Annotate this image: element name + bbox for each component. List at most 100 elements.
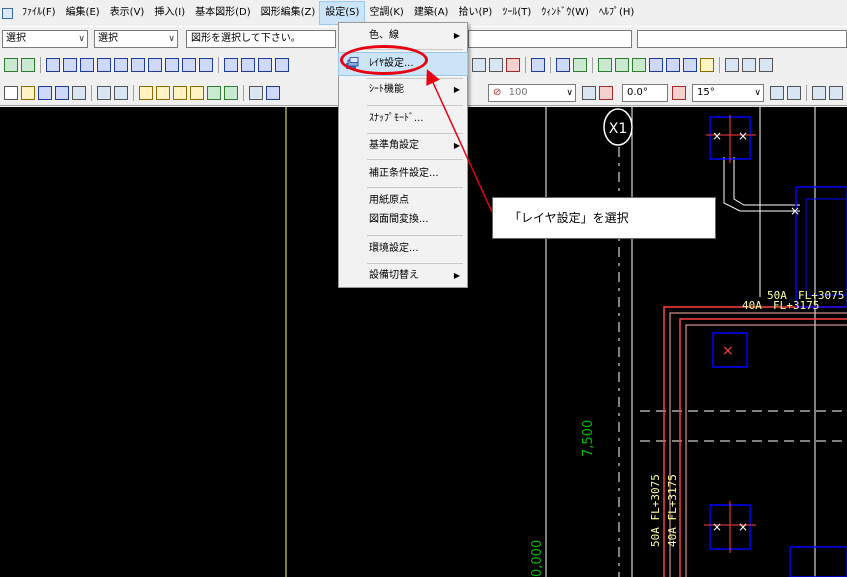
damper-icon[interactable]	[258, 58, 272, 72]
delete-icon[interactable]	[506, 58, 520, 72]
redraw-icon[interactable]	[207, 86, 221, 100]
menu-edit[interactable]: 編集(E)	[61, 2, 105, 24]
riser-icon[interactable]	[224, 58, 238, 72]
save-icon[interactable]	[38, 86, 52, 100]
snap-icon[interactable]	[266, 86, 280, 100]
measure-icon[interactable]	[649, 58, 663, 72]
snap-angle-icon[interactable]	[672, 86, 686, 100]
link-icon[interactable]	[97, 58, 111, 72]
zoom-all-icon[interactable]	[156, 86, 170, 100]
distribute-icon[interactable]	[615, 58, 629, 72]
window-icon[interactable]	[725, 58, 739, 72]
elbow-icon[interactable]	[114, 58, 128, 72]
fit-icon[interactable]	[224, 86, 238, 100]
fitting-icon[interactable]	[275, 58, 289, 72]
tee-icon[interactable]	[165, 58, 179, 72]
duct-icon[interactable]	[241, 58, 255, 72]
trim-icon[interactable]	[531, 58, 545, 72]
menu-item-base-angle[interactable]: 基準角設定 ▶	[339, 135, 467, 157]
menu-item-label: 用紙原点	[369, 195, 409, 206]
menu-separator	[367, 133, 463, 134]
dimension-icon[interactable]	[632, 58, 646, 72]
menu-architecture[interactable]: 建築(A)	[409, 2, 454, 24]
duct-outline	[789, 546, 847, 577]
zoom-window-icon[interactable]	[139, 86, 153, 100]
menu-item-color-line[interactable]: 色、線 ▶	[339, 25, 467, 47]
pipe-run	[669, 312, 847, 577]
comment-icon[interactable]	[829, 86, 843, 100]
open-folder-icon[interactable]	[21, 86, 35, 100]
menu-settings[interactable]: 設定(S)	[319, 1, 366, 25]
angle-input[interactable]: 0.0°	[622, 84, 668, 102]
elevation-icon[interactable]	[683, 58, 697, 72]
pan-icon[interactable]	[190, 86, 204, 100]
menu-help[interactable]: ﾍﾙﾌﾟ(H)	[594, 2, 639, 24]
arc-icon[interactable]	[770, 86, 784, 100]
pipe-run	[663, 306, 847, 577]
menu-item-label: 設備切替え	[369, 270, 419, 281]
opacity-combo[interactable]: ⊘ 100 ∨	[488, 84, 576, 102]
menu-file[interactable]: ﾌｧｲﾙ(F)	[17, 2, 61, 24]
menu-item-drawing-conversion[interactable]: 図面間変換...	[339, 209, 467, 231]
reducer-icon[interactable]	[182, 58, 196, 72]
app-icon[interactable]	[2, 7, 13, 19]
select-line-icon[interactable]	[489, 58, 503, 72]
header-icon[interactable]	[199, 58, 213, 72]
parallel-icon[interactable]	[556, 58, 570, 72]
hammer-icon[interactable]	[812, 86, 826, 100]
menu-item-sheet-function[interactable]: ｼｰﾄ機能 ▶	[339, 79, 467, 101]
grid-icon[interactable]	[249, 86, 263, 100]
redo-icon[interactable]	[114, 86, 128, 100]
sub-mode-combo[interactable]: 選択 ∨	[94, 30, 178, 48]
sub-mode-combo-value: 選択	[98, 33, 118, 44]
print-icon[interactable]	[72, 86, 86, 100]
menu-item-environment-settings[interactable]: 環境設定...	[339, 238, 467, 260]
export-icon[interactable]	[759, 58, 773, 72]
misc-tools-group	[770, 84, 843, 102]
branch-2-icon[interactable]	[148, 58, 162, 72]
menu-item-equipment-switch[interactable]: 設備切替え ▶	[339, 265, 467, 287]
submenu-arrow-icon: ▶	[453, 85, 460, 94]
mirror-icon[interactable]	[599, 86, 613, 100]
file-tools-group	[4, 84, 280, 102]
menu-takeoff[interactable]: 拾い(P)	[453, 2, 497, 24]
menu-hvac[interactable]: 空調(K)	[364, 2, 408, 24]
align-icon[interactable]	[598, 58, 612, 72]
menu-item-snap-mode[interactable]: ｽﾅｯﾌﾟﾓｰﾄﾞ...	[339, 108, 467, 130]
zoom-in-icon[interactable]	[173, 86, 187, 100]
chevron-down-icon: ∨	[168, 34, 175, 44]
menu-item-correction-conditions[interactable]: 補正条件設定...	[339, 163, 467, 185]
new-file-icon[interactable]	[4, 86, 18, 100]
chart-icon[interactable]	[742, 58, 756, 72]
status-field-2	[468, 30, 632, 48]
mode-combo[interactable]: 選択 ∨	[2, 30, 88, 48]
branch-icon[interactable]	[131, 58, 145, 72]
menu-window[interactable]: ｳｨﾝﾄﾞｳ(W)	[536, 2, 594, 24]
menu-view[interactable]: 表示(V)	[105, 2, 150, 24]
node-icon[interactable]	[46, 58, 60, 72]
map-icon[interactable]	[21, 58, 35, 72]
svg-text:×: ×	[738, 129, 748, 143]
toolbar-separator	[91, 85, 92, 101]
menu-shape-edit[interactable]: 図形編集(Z)	[256, 2, 321, 24]
no-entry-icon: ⊘	[493, 87, 502, 98]
connect-icon[interactable]	[63, 58, 77, 72]
chevron-down-icon: ∨	[754, 88, 761, 98]
toolbar-separator	[806, 85, 807, 101]
pipe-label-40a: 40A	[742, 299, 762, 312]
menu-tools[interactable]: ﾂｰﾙ(T)	[497, 2, 536, 24]
network-icon[interactable]	[4, 58, 18, 72]
rotate-icon[interactable]	[582, 86, 596, 100]
draw-tools-group	[4, 56, 289, 74]
menu-basic-shapes[interactable]: 基本図形(D)	[190, 2, 256, 24]
offset-icon[interactable]	[573, 58, 587, 72]
level-icon[interactable]	[666, 58, 680, 72]
menu-insert[interactable]: 挿入(I)	[149, 2, 190, 24]
snap-angle-combo[interactable]: 15° ∨	[692, 84, 764, 102]
undo-icon[interactable]	[97, 86, 111, 100]
pen-icon[interactable]	[787, 86, 801, 100]
target-icon[interactable]	[472, 58, 486, 72]
symbol-icon[interactable]	[700, 58, 714, 72]
save-as-icon[interactable]	[55, 86, 69, 100]
box-icon[interactable]	[80, 58, 94, 72]
